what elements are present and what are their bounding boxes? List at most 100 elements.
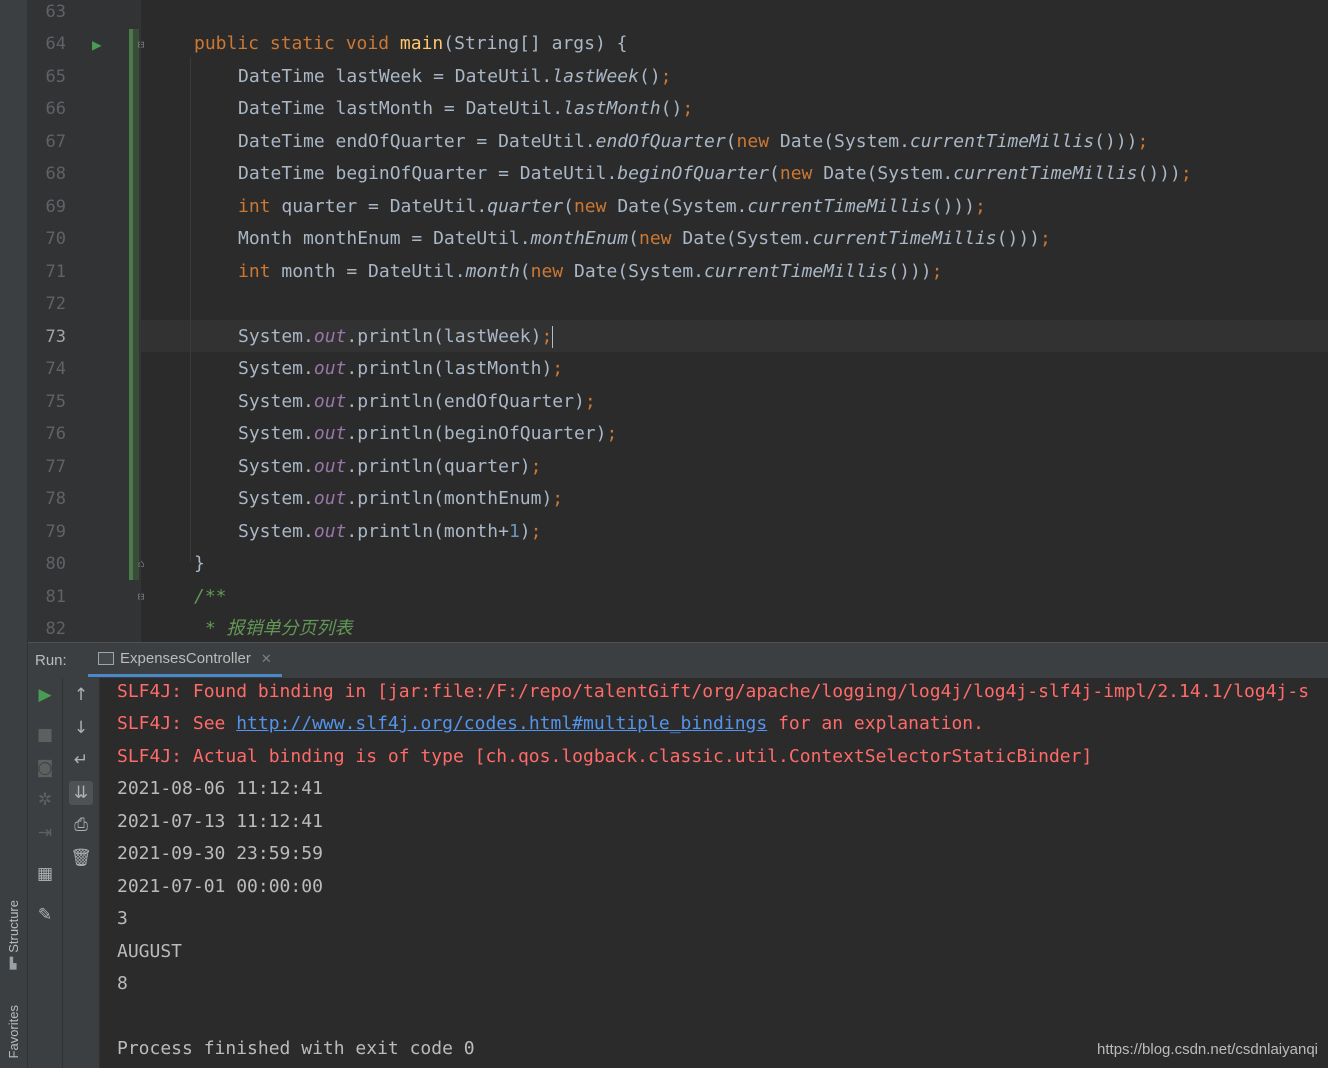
console-exit-line: Process finished with exit code 0 bbox=[117, 1038, 475, 1059]
console-output-line: AUGUST bbox=[117, 941, 183, 962]
structure-tab-label: Structure bbox=[5, 900, 21, 953]
run-tab-expenses-controller[interactable]: ExpensesController ✕ bbox=[88, 643, 282, 677]
run-label: Run: bbox=[35, 652, 67, 669]
stop-icon[interactable]: ■ bbox=[33, 723, 57, 747]
line-number: 69 bbox=[45, 197, 66, 217]
code-semicolon: ; bbox=[606, 423, 618, 444]
code-text: month = DateUtil. bbox=[270, 261, 466, 282]
line-number: 80 bbox=[45, 554, 66, 574]
code-text: Month monthEnum = DateUtil. bbox=[238, 228, 531, 249]
run-main-icon[interactable]: ▶ bbox=[92, 35, 102, 54]
run-panel-header: Run: ExpensesController ✕ bbox=[28, 642, 1328, 679]
indent-guide bbox=[190, 57, 191, 562]
fold-end-icon[interactable]: ⌂ bbox=[134, 557, 148, 571]
line-number-current: 73 bbox=[45, 327, 66, 347]
code-text: System. bbox=[238, 521, 314, 542]
line-number: 68 bbox=[45, 164, 66, 184]
print-icon[interactable]: ⎙ bbox=[69, 813, 93, 837]
code-number: 1 bbox=[508, 521, 520, 542]
code-line-79: System.out.println(month+1); bbox=[238, 520, 541, 544]
code-semicolon: ; bbox=[1137, 131, 1149, 152]
favorites-tab[interactable]: Favorites bbox=[2, 1005, 24, 1058]
code-text: ( bbox=[628, 228, 639, 249]
code-line-74: System.out.println(lastMonth); bbox=[238, 357, 563, 381]
rerun-icon[interactable]: ▶ bbox=[33, 683, 57, 707]
code-static-call: currentTimeMillis bbox=[747, 196, 932, 217]
code-line-80: } bbox=[194, 553, 205, 574]
code-static-call: quarter bbox=[487, 196, 564, 217]
line-number: 82 bbox=[45, 619, 66, 639]
code-editor[interactable]: 63 64 65 66 67 68 69 70 71 72 73 74 75 7… bbox=[28, 0, 1328, 642]
code-keyword: new bbox=[573, 196, 607, 217]
line-number: 78 bbox=[45, 489, 66, 509]
run-tab-title: ExpensesController bbox=[120, 650, 251, 667]
code-text: ())) bbox=[931, 196, 975, 217]
line-number: 81 bbox=[45, 587, 66, 607]
layout-icon[interactable]: ▦ bbox=[33, 862, 57, 886]
code-text: DateTime lastWeek = DateUtil. bbox=[238, 66, 553, 87]
code-semicolon: ; bbox=[1180, 163, 1192, 184]
arrow-up-icon[interactable]: ↑ bbox=[69, 683, 93, 707]
favorites-tab-label: Favorites bbox=[5, 1005, 21, 1059]
exit-icon[interactable]: ⇥ bbox=[33, 821, 57, 845]
code-static-call: monthEnum bbox=[530, 228, 629, 249]
close-icon[interactable]: ✕ bbox=[261, 651, 272, 667]
pin-icon[interactable]: ✎ bbox=[33, 903, 57, 927]
code-text: ( bbox=[769, 163, 780, 184]
code-static-call: currentTimeMillis bbox=[953, 163, 1138, 184]
code-text: month+ bbox=[443, 521, 509, 542]
code-text: () bbox=[638, 66, 661, 87]
fold-icon[interactable]: ⊟ bbox=[134, 590, 148, 604]
scroll-to-end-icon[interactable]: ⇊ bbox=[69, 781, 93, 805]
trash-icon[interactable]: 🗑 bbox=[69, 846, 93, 870]
console-output-line: 2021-08-06 11:12:41 bbox=[117, 778, 323, 799]
code-text: System. bbox=[238, 358, 314, 379]
fold-icon[interactable]: ⊟ bbox=[134, 38, 148, 52]
line-number: 75 bbox=[45, 392, 66, 412]
console-output-line: 2021-07-01 00:00:00 bbox=[117, 876, 323, 897]
code-line-65: DateTime lastWeek = DateUtil.lastWeek(); bbox=[238, 65, 672, 89]
debug-settings-icon[interactable]: ✲ bbox=[33, 788, 57, 812]
line-number: 79 bbox=[45, 522, 66, 542]
code-text: .println( bbox=[346, 423, 444, 444]
code-text: quarter) bbox=[443, 456, 531, 477]
code-static-call: beginOfQuarter bbox=[617, 163, 770, 184]
code-static-call: currentTimeMillis bbox=[909, 131, 1095, 152]
code-static-call: month bbox=[465, 261, 520, 282]
line-number: 76 bbox=[45, 424, 66, 444]
code-text: .println( bbox=[346, 488, 444, 509]
structure-tab[interactable]: Structure ▙ bbox=[2, 900, 24, 970]
code-line-67: DateTime endOfQuarter = DateUtil.endOfQu… bbox=[238, 130, 1148, 154]
code-text: Date(System. bbox=[563, 261, 705, 282]
camera-icon[interactable]: ◙ bbox=[33, 756, 57, 780]
code-text: DateTime lastMonth = DateUtil. bbox=[238, 98, 564, 119]
code-semicolon: ; bbox=[682, 98, 694, 119]
code-line-75: System.out.println(endOfQuarter); bbox=[238, 390, 596, 414]
console-link[interactable]: http://www.slf4j.org/codes.html#multiple… bbox=[236, 713, 767, 734]
code-text: System. bbox=[238, 391, 314, 412]
code-keyword: new bbox=[736, 131, 770, 152]
code-text: System. bbox=[238, 423, 314, 444]
code-text: Date(System. bbox=[671, 228, 813, 249]
code-line-81-comment: /** bbox=[194, 586, 227, 607]
code-text: endOfQuarter) bbox=[443, 391, 585, 412]
line-number: 63 bbox=[45, 2, 66, 22]
console-output-line: 2021-09-30 23:59:59 bbox=[117, 843, 323, 864]
code-line-70: Month monthEnum = DateUtil.monthEnum(new… bbox=[238, 227, 1051, 251]
code-text: ( bbox=[563, 196, 574, 217]
line-number: 72 bbox=[45, 294, 66, 314]
console-output[interactable]: SLF4J: Found binding in [jar:file:/F:/re… bbox=[100, 678, 1328, 1068]
code-line-82-comment: * 报销单分页列表 bbox=[194, 618, 353, 639]
code-text: ())) bbox=[996, 228, 1040, 249]
code-line-66: DateTime lastMonth = DateUtil.lastMonth(… bbox=[238, 97, 693, 121]
code-static-call: lastMonth bbox=[563, 98, 661, 119]
code-text: DateTime beginOfQuarter = DateUtil. bbox=[238, 163, 618, 184]
code-text: lastMonth) bbox=[443, 358, 553, 379]
code-text: .println( bbox=[346, 456, 444, 477]
code-keyword: int bbox=[238, 261, 271, 282]
code-text: System. bbox=[238, 456, 314, 477]
line-number: 77 bbox=[45, 457, 66, 477]
arrow-down-icon[interactable]: ↓ bbox=[69, 716, 93, 740]
code-text: .println( bbox=[346, 521, 444, 542]
soft-wrap-icon[interactable]: ↵ bbox=[69, 748, 93, 772]
